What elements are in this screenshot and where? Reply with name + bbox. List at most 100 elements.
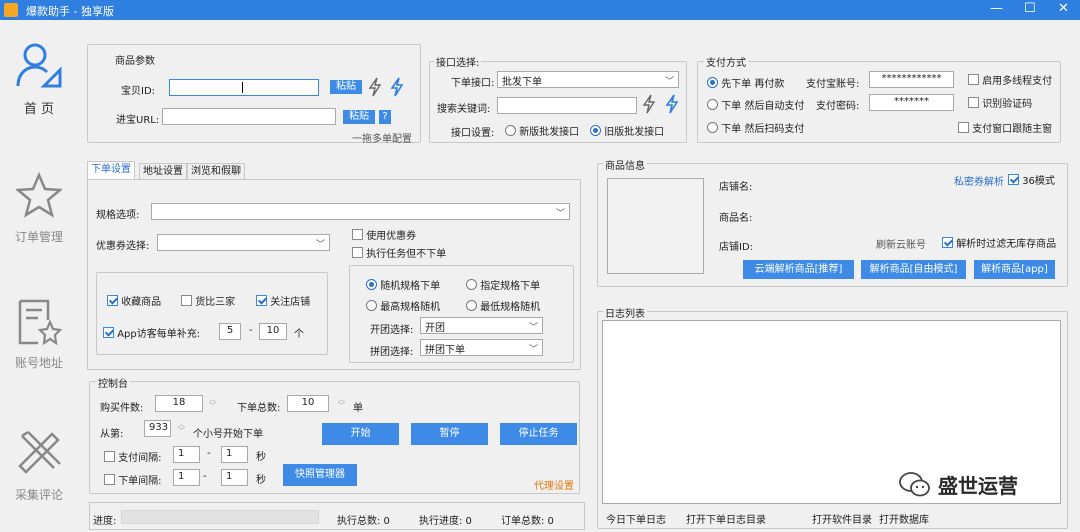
parse-app-button[interactable]: 解析商品[app] [974,260,1055,279]
start-button[interactable]: 开始 [322,423,399,445]
app-logo-icon [4,3,18,17]
visitor-min-input[interactable]: 5 [219,323,241,340]
group-open-label: 开团选择: [370,325,414,336]
buy-count-spinner[interactable]: ︿ ﹀ [209,396,216,410]
multithread-checkbox[interactable]: 启用多线程支付 [968,72,1052,87]
auto-pay-radio[interactable]: 下单 然后自动支付 [707,97,804,112]
exec-no-order-checkbox[interactable]: 执行任务但不下单 [352,245,446,260]
close-button[interactable]: ✕ [1058,1,1069,16]
url-input[interactable] [162,108,336,125]
order-interval-text: 下单间隔: [118,476,162,487]
from-spinner[interactable]: ︿ ﹀ [178,421,185,435]
visitor-max-input[interactable]: 10 [259,323,287,340]
high-spec-radio[interactable]: 最高规格随机 [366,298,440,313]
total-label: 下单总数: [237,403,281,414]
minimize-button[interactable]: — [990,1,1003,16]
old-api-radio[interactable]: 旧版批发接口 [590,123,664,138]
fixed-spec-text: 指定规格下单 [480,281,541,292]
product-image [607,178,704,274]
user-icon [16,43,62,88]
new-api-text: 新版批发接口 [519,127,580,138]
mode36-checkbox[interactable]: 36模式 [1008,172,1055,187]
random-spec-radio[interactable]: 随机规格下单 [366,277,440,292]
buy-count-input[interactable]: 18 [155,395,203,412]
fav-checkbox[interactable]: 收藏商品 [107,293,161,308]
fixed-spec-radio[interactable]: 指定规格下单 [466,277,540,292]
coupon-parse-link[interactable]: 私密券解析 [954,173,1004,188]
exec-total: 执行总数: 0 [337,516,390,527]
open-software-dir-link[interactable]: 打开软件目录 [812,511,872,526]
item-id-input[interactable] [169,79,319,96]
paste-id-button[interactable]: 粘贴 [330,80,362,94]
lightning-fast-icon[interactable] [390,77,404,97]
tab-browse-chat[interactable]: 浏览和假聊 [187,163,245,179]
pay-interval-max-input[interactable]: 1 [221,446,248,463]
app-visitor-checkbox[interactable]: App访客每单补充: [103,325,200,340]
payment-title: 支付方式 [704,54,748,69]
visitor-unit: 个 [294,329,304,340]
follow-window-checkbox[interactable]: 支付窗口跟随主窗 [958,120,1052,135]
maximize-button[interactable]: ☐ [1024,1,1036,16]
lightning-icon[interactable] [642,94,656,114]
nav-item-accounts[interactable]: 账号地址 [0,298,78,388]
order-interval-checkbox[interactable]: 下单间隔: [104,472,162,487]
log-title: 日志列表 [603,305,647,320]
scan-pay-text: 下单 然后扫码支付 [721,124,805,135]
compare-text: 货比三家 [195,297,236,308]
refresh-cloud-link[interactable]: 刷新云账号 [876,236,926,251]
order-interval-min-input[interactable]: 1 [173,469,200,486]
from-label: 从第: [100,429,124,440]
today-log-link[interactable]: 今日下单日志 [606,511,666,526]
filter-stock-checkbox[interactable]: 解析时过滤无库存商品 [942,235,1056,250]
pay-interval-min-input[interactable]: 1 [173,446,200,463]
new-api-radio[interactable]: 新版批发接口 [505,123,579,138]
cloud-parse-button[interactable]: 云端解析商品[推荐] [743,260,854,279]
follow-shop-checkbox[interactable]: 关注店铺 [256,293,310,308]
spec-select[interactable]: ﹀ [151,203,570,220]
filter-stock-text: 解析时过滤无库存商品 [956,239,1057,250]
tab-order-settings[interactable]: 下单设置 [87,161,135,179]
nav-item-home[interactable]: 首 页 [0,38,78,138]
pause-button[interactable]: 暂停 [411,423,488,445]
captcha-checkbox[interactable]: 识别验证码 [968,95,1032,110]
keyword-input[interactable] [497,97,637,114]
low-spec-radio[interactable]: 最低规格随机 [466,298,540,313]
group-join-select[interactable]: 拼团下单 ﹀ [420,339,543,356]
coupon-select[interactable]: ﹀ [157,234,330,251]
coupon-label: 优惠券选择: [96,241,150,252]
compare-checkbox[interactable]: 货比三家 [181,293,235,308]
use-coupon-checkbox[interactable]: 使用优惠券 [352,227,416,242]
parse-free-button[interactable]: 解析商品[自由模式] [861,260,966,279]
nav-item-orders[interactable]: 订单管理 [0,170,78,260]
order-interval-max-input[interactable]: 1 [221,469,248,486]
total-spinner[interactable]: ︿ ﹀ [338,396,345,410]
chevron-down-icon: ﹀ [664,77,674,87]
lightning-fast-icon[interactable] [665,94,679,114]
help-button[interactable]: ? [379,110,391,124]
open-database-link[interactable]: 打开数据库 [879,511,929,526]
multi-order-link[interactable]: 一拖多单配置 [352,130,412,145]
open-log-dir-link[interactable]: 打开下单日志目录 [686,511,766,526]
order-api-select[interactable]: 批发下单 ﹀ [497,71,679,88]
scan-pay-radio[interactable]: 下单 然后扫码支付 [707,120,804,135]
proxy-settings-link[interactable]: 代理设置 [534,477,574,492]
app-visitor-text: App访客每单补充: [117,329,201,340]
pay-password-input[interactable]: ******* [869,94,954,111]
stop-task-button[interactable]: 停止任务 [500,423,577,445]
total-input[interactable]: 10 [287,395,329,412]
nav-item-reviews[interactable]: 采集评论 [0,424,78,524]
snapshot-manager-button[interactable]: 快照管理器 [283,464,357,486]
pay-interval-dash: - [207,448,211,459]
low-spec-text: 最低规格随机 [480,302,541,313]
paste-url-button[interactable]: 粘贴 [343,110,375,124]
random-spec-text: 随机规格下单 [380,281,441,292]
pay-after-radio[interactable]: 先下单 再付款 [707,75,784,90]
from-input[interactable]: 933 [144,420,171,437]
old-api-text: 旧版批发接口 [604,127,665,138]
alipay-input[interactable]: ************ [869,71,954,88]
pay-interval-checkbox[interactable]: 支付间隔: [104,449,162,464]
lightning-icon[interactable] [368,77,382,97]
nav-label-home: 首 页 [23,102,55,117]
group-open-select[interactable]: 开团 ﹀ [420,317,543,334]
tab-address-settings[interactable]: 地址设置 [139,163,187,179]
